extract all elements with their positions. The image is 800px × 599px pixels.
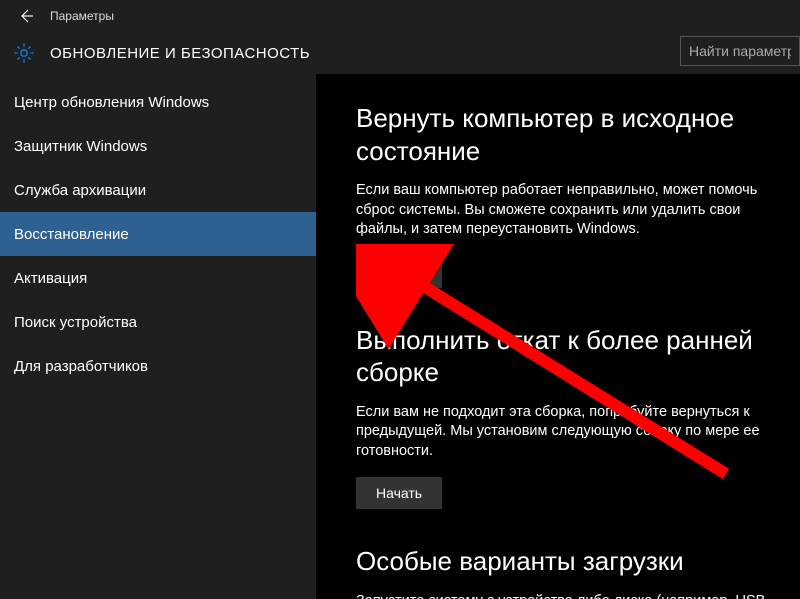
- sidebar-item-find-device[interactable]: Поиск устройства: [0, 300, 316, 344]
- sidebar-item-recovery[interactable]: Восстановление: [0, 212, 316, 256]
- sidebar-item-label: Поиск устройства: [14, 314, 137, 331]
- sidebar: Центр обновления Windows Защитник Window…: [0, 74, 316, 599]
- section-header: ОБНОВЛЕНИЕ И БЕЗОПАСНОСТЬ: [0, 32, 800, 74]
- sidebar-item-defender[interactable]: Защитник Windows: [0, 124, 316, 168]
- sidebar-item-backup[interactable]: Служба архивации: [0, 168, 316, 212]
- main-content: Вернуть компьютер в исходное состояние Е…: [316, 74, 800, 599]
- section-reset-pc: Вернуть компьютер в исходное состояние Е…: [356, 102, 780, 288]
- section-advanced-startup: Особые варианты загрузки Запустите систе…: [356, 545, 780, 599]
- sidebar-item-label: Служба архивации: [14, 182, 146, 199]
- sidebar-item-label: Восстановление: [14, 226, 129, 243]
- section-body: Если вам не подходит эта сборка, попробу…: [356, 403, 780, 462]
- gear-icon: [12, 41, 36, 65]
- section-title: ОБНОВЛЕНИЕ И БЕЗОПАСНОСТЬ: [50, 45, 310, 62]
- sidebar-item-label: Центр обновления Windows: [14, 94, 209, 111]
- titlebar: Параметры: [0, 0, 800, 32]
- section-heading: Особые варианты загрузки: [356, 545, 780, 578]
- section-heading: Выполнить откат к более ранней сборке: [356, 324, 780, 389]
- sidebar-item-label: Активация: [14, 270, 87, 287]
- search-input[interactable]: [680, 36, 800, 66]
- sidebar-item-activation[interactable]: Активация: [0, 256, 316, 300]
- titlebar-title: Параметры: [50, 9, 114, 23]
- section-body: Если ваш компьютер работает неправильно,…: [356, 181, 780, 240]
- rollback-start-button[interactable]: Начать: [356, 477, 442, 509]
- sidebar-item-windows-update[interactable]: Центр обновления Windows: [0, 80, 316, 124]
- back-button[interactable]: [8, 0, 44, 32]
- section-rollback: Выполнить откат к более ранней сборке Ес…: [356, 324, 780, 510]
- sidebar-item-label: Защитник Windows: [14, 138, 147, 155]
- section-heading: Вернуть компьютер в исходное состояние: [356, 102, 780, 167]
- section-body: Запустите систему с устройства либо диск…: [356, 592, 780, 599]
- reset-start-button[interactable]: Начать: [356, 256, 442, 288]
- sidebar-item-developers[interactable]: Для разработчиков: [0, 344, 316, 388]
- arrow-left-icon: [18, 8, 34, 24]
- sidebar-item-label: Для разработчиков: [14, 358, 148, 375]
